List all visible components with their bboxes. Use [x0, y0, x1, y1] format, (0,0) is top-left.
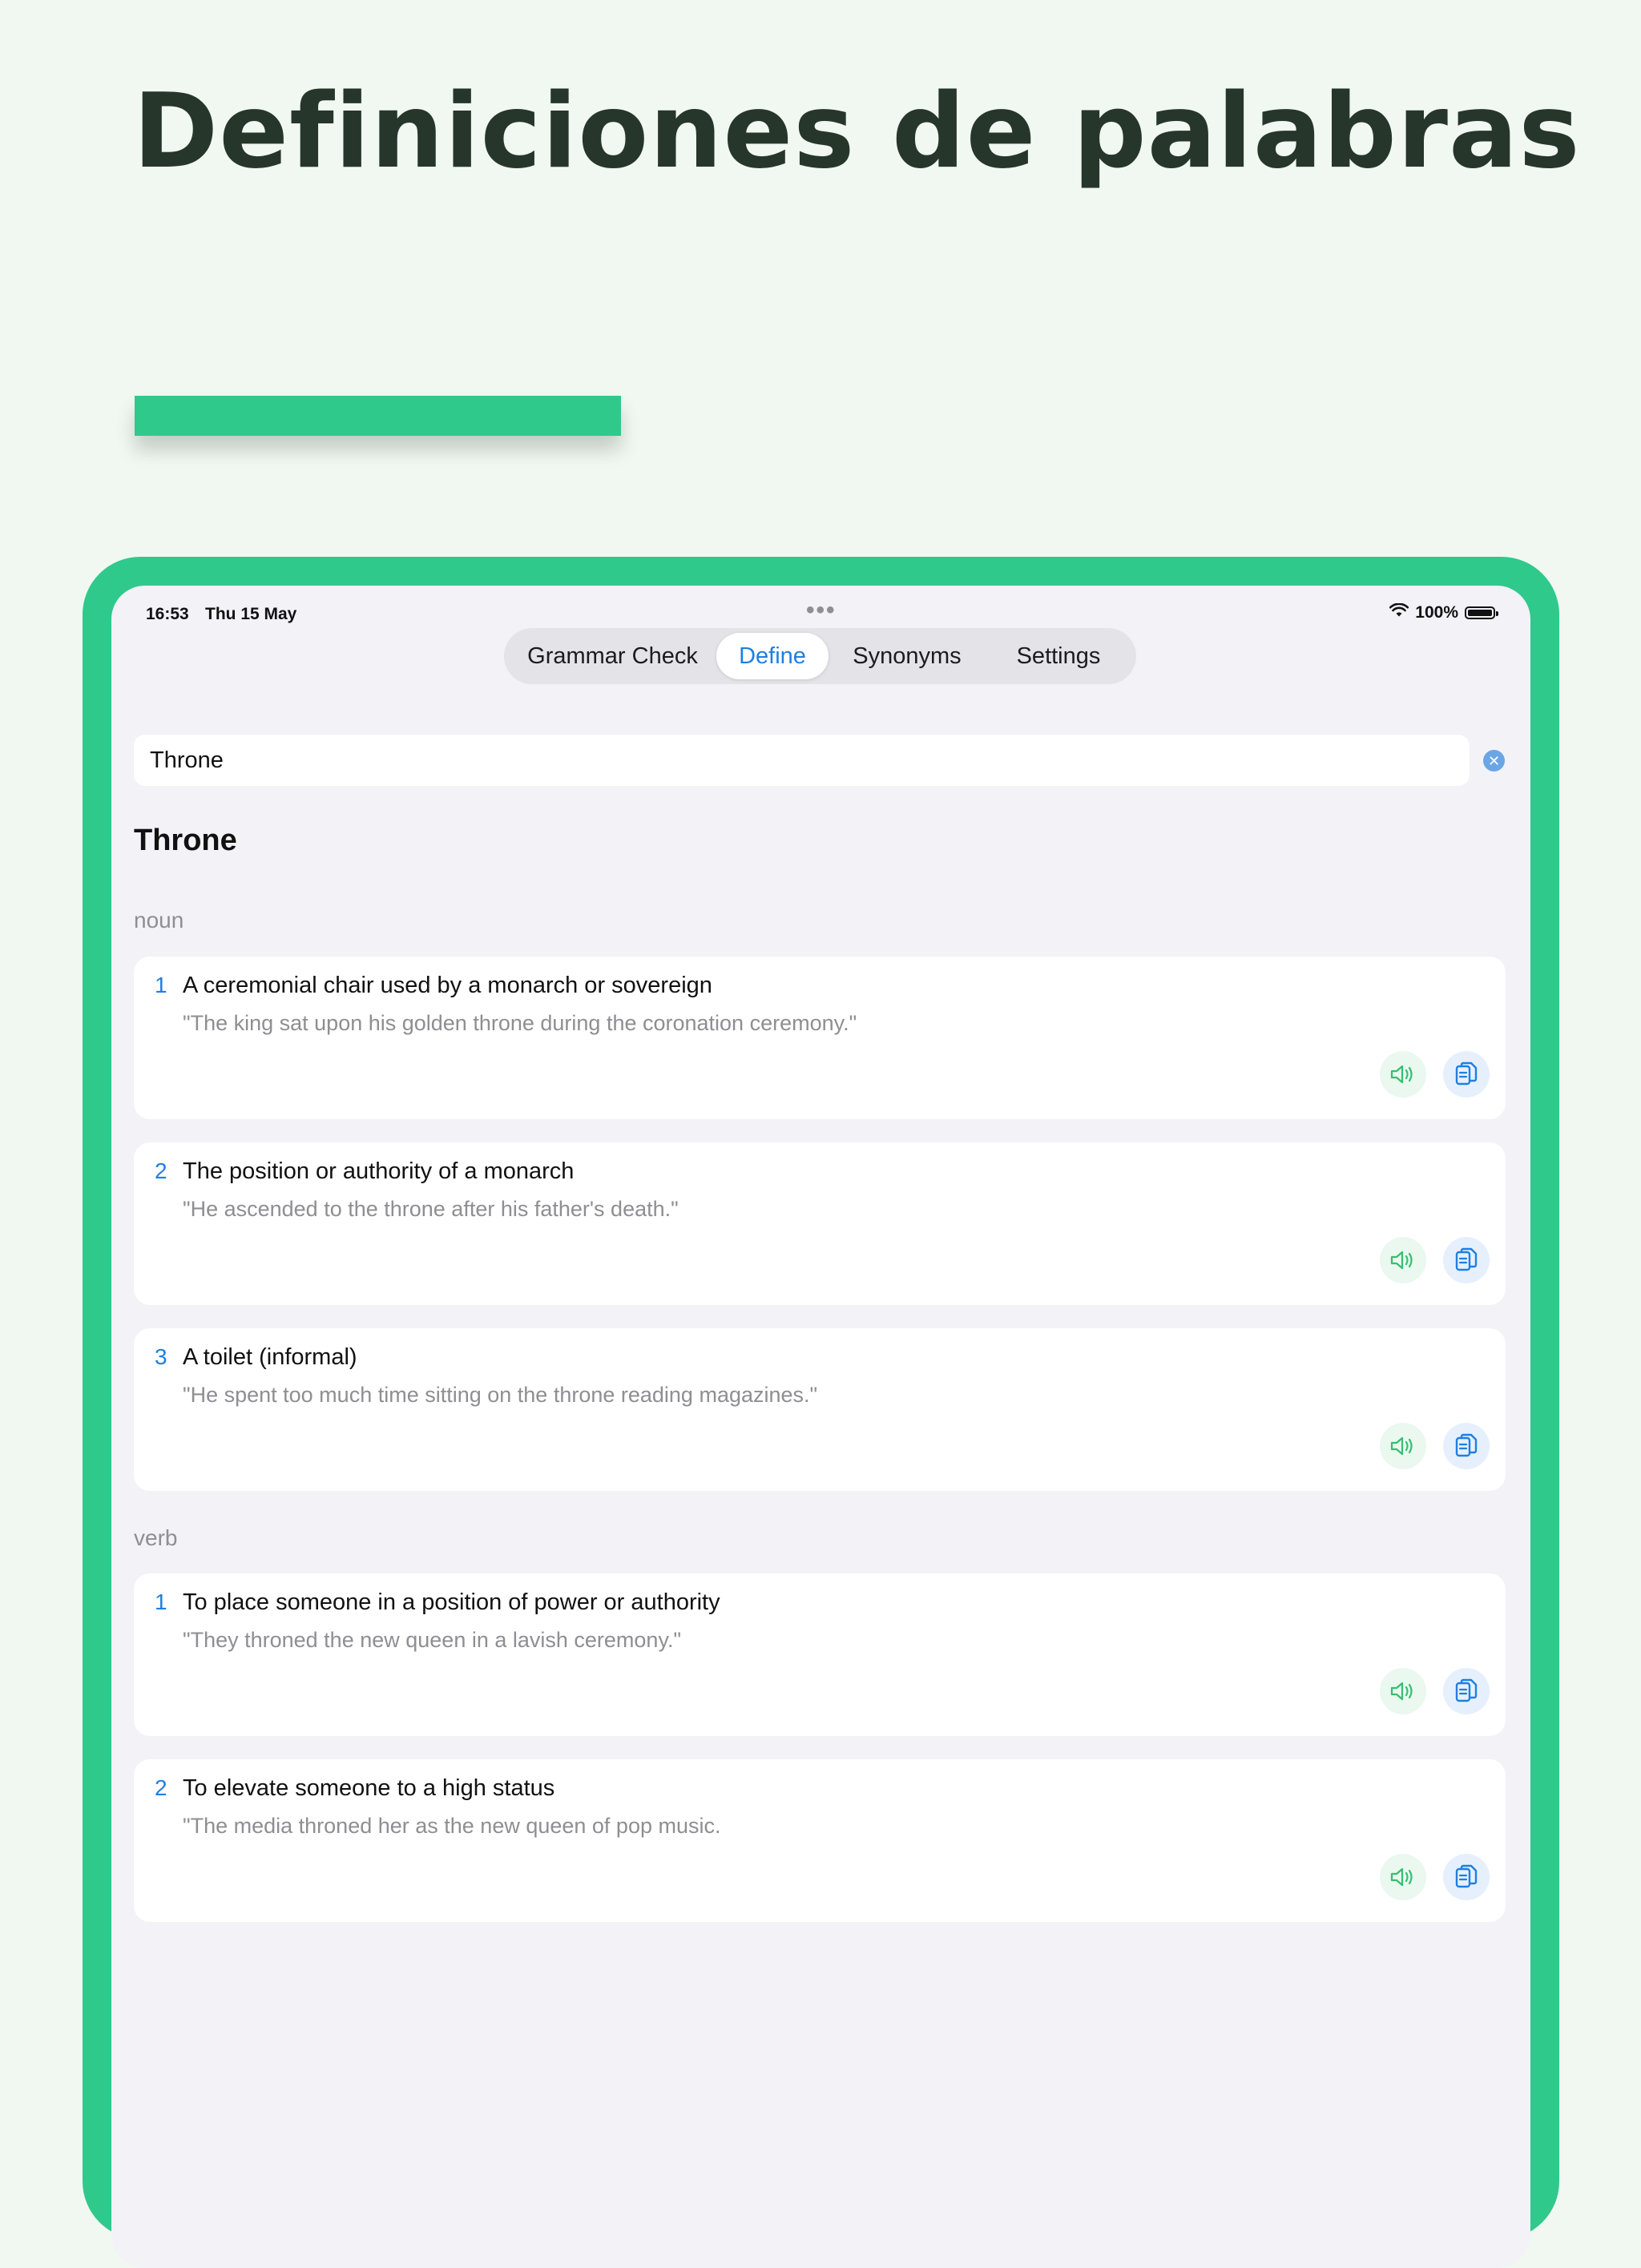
- copy-icon[interactable]: [1443, 1237, 1490, 1283]
- definition-number: 3: [155, 1344, 167, 1369]
- definition-number: 2: [155, 1775, 167, 1800]
- search-input-value: Throne: [150, 747, 224, 773]
- part-of-speech-noun: noun: [134, 908, 184, 933]
- speaker-icon[interactable]: [1380, 1668, 1426, 1714]
- definition-text: A ceremonial chair used by a monarch or …: [183, 973, 712, 998]
- speaker-icon[interactable]: [1380, 1051, 1426, 1098]
- tab-bar: Grammar Check Define Synonyms Settings: [504, 628, 1136, 684]
- definition-example: "They throned the new queen in a lavish …: [183, 1628, 682, 1652]
- definition-example: "The king sat upon his golden throne dur…: [183, 1011, 857, 1035]
- definition-number: 1: [155, 973, 167, 997]
- status-time: 16:53: [146, 605, 189, 623]
- definition-text: To place someone in a position of power …: [183, 1589, 720, 1615]
- accent-bar: [135, 396, 621, 436]
- status-date: Thu 15 May: [205, 605, 297, 623]
- definition-card: 1 To place someone in a position of powe…: [134, 1573, 1506, 1736]
- tab-grammar-check[interactable]: Grammar Check: [509, 633, 716, 679]
- definition-example: "He ascended to the throne after his fat…: [183, 1197, 679, 1221]
- search-input[interactable]: Throne: [134, 735, 1470, 786]
- multitask-dots-icon[interactable]: •••: [806, 597, 837, 624]
- definition-text: To elevate someone to a high status: [183, 1775, 555, 1801]
- speaker-icon[interactable]: [1380, 1423, 1426, 1469]
- battery-icon: [1465, 606, 1498, 619]
- copy-icon[interactable]: [1443, 1423, 1490, 1469]
- battery-percent: 100%: [1415, 603, 1458, 622]
- page-headline: Definiciones de palabras: [133, 72, 1581, 191]
- word-title: Throne: [134, 824, 237, 857]
- tab-settings[interactable]: Settings: [986, 633, 1131, 679]
- copy-icon[interactable]: [1443, 1051, 1490, 1098]
- definition-card: 2 To elevate someone to a high status "T…: [134, 1759, 1506, 1922]
- clear-icon[interactable]: ✕: [1483, 750, 1505, 771]
- definition-number: 1: [155, 1589, 167, 1614]
- battery-tip: [1496, 611, 1498, 616]
- app-screen: 16:53 Thu 15 May ••• 100% Grammar Check …: [111, 586, 1530, 2268]
- battery-level: [1468, 610, 1492, 616]
- definition-card: 3 A toilet (informal) "He spent too much…: [134, 1328, 1506, 1491]
- tab-synonyms[interactable]: Synonyms: [829, 633, 986, 679]
- device-frame: 16:53 Thu 15 May ••• 100% Grammar Check …: [83, 557, 1559, 2268]
- tab-define[interactable]: Define: [716, 633, 829, 679]
- status-right: 100%: [1389, 602, 1498, 622]
- definition-number: 2: [155, 1158, 167, 1183]
- speaker-icon[interactable]: [1380, 1854, 1426, 1900]
- copy-icon[interactable]: [1443, 1668, 1490, 1714]
- definition-text: The position or authority of a monarch: [183, 1158, 575, 1184]
- definition-card: 1 A ceremonial chair used by a monarch o…: [134, 957, 1506, 1119]
- definition-text: A toilet (informal): [183, 1344, 357, 1370]
- wifi-icon: [1389, 602, 1409, 622]
- part-of-speech-verb: verb: [134, 1525, 178, 1550]
- definition-card: 2 The position or authority of a monarch…: [134, 1142, 1506, 1305]
- definition-example: "He spent too much time sitting on the t…: [183, 1383, 818, 1407]
- definition-example: "The media throned her as the new queen …: [183, 1814, 721, 1838]
- copy-icon[interactable]: [1443, 1854, 1490, 1900]
- status-bar: 16:53 Thu 15 May ••• 100%: [111, 586, 1530, 634]
- speaker-icon[interactable]: [1380, 1237, 1426, 1283]
